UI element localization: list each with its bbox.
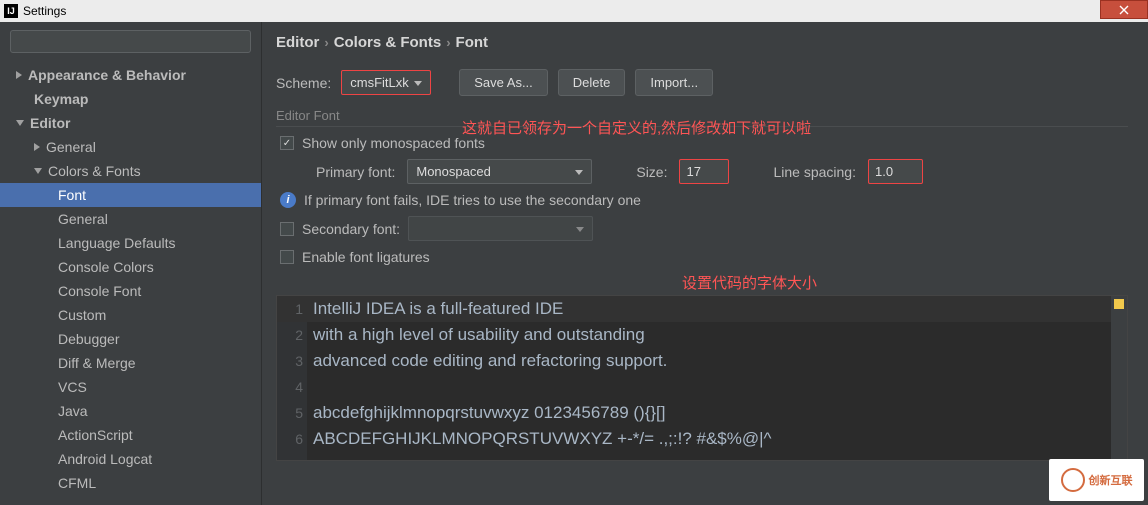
size-input[interactable] bbox=[679, 159, 729, 184]
search-input[interactable] bbox=[10, 30, 251, 53]
tree-item[interactable]: Console Font bbox=[0, 279, 261, 303]
scheme-row: Scheme: cmsFitLxk Save As... Delete Impo… bbox=[276, 69, 1128, 96]
primary-font-label: Primary font: bbox=[316, 164, 395, 180]
tree-item[interactable]: Java bbox=[0, 399, 261, 423]
close-icon bbox=[1119, 5, 1129, 15]
tree-keymap[interactable]: Keymap bbox=[0, 87, 261, 111]
tree-item[interactable]: Diff & Merge bbox=[0, 351, 261, 375]
titlebar: IJ Settings bbox=[0, 0, 1148, 22]
tree-item[interactable]: Console Colors bbox=[0, 255, 261, 279]
secondary-font-row: Secondary font: bbox=[276, 216, 1128, 241]
fallback-info-row: i If primary font fails, IDE tries to us… bbox=[276, 192, 1128, 208]
preview-line: 1IntelliJ IDEA is a full-featured IDE bbox=[277, 296, 1127, 322]
scheme-label: Scheme: bbox=[276, 75, 331, 91]
tree-item[interactable]: ActionScript bbox=[0, 423, 261, 447]
settings-tree: Appearance & Behavior Keymap Editor Gene… bbox=[0, 63, 261, 505]
warning-marker bbox=[1114, 299, 1124, 309]
tree-editor[interactable]: Editor bbox=[0, 111, 261, 135]
sidebar: Q Appearance & Behavior Keymap Editor Ge… bbox=[0, 22, 262, 505]
tree-item[interactable]: CFML bbox=[0, 471, 261, 495]
info-icon: i bbox=[280, 192, 296, 208]
chevron-right-icon bbox=[16, 71, 22, 79]
ligatures-row[interactable]: Enable font ligatures bbox=[276, 249, 1128, 265]
breadcrumb: Editor›Colors & Fonts›Font bbox=[276, 34, 1128, 51]
ligatures-checkbox[interactable] bbox=[280, 250, 294, 264]
scheme-select[interactable]: cmsFitLxk bbox=[341, 70, 431, 95]
preview-line: 6ABCDEFGHIJKLMNOPQRSTUVWXYZ +-*/= .,;:!?… bbox=[277, 426, 1127, 452]
caret-down-icon bbox=[414, 81, 422, 86]
preview-editor[interactable]: 1IntelliJ IDEA is a full-featured IDE 2w… bbox=[276, 295, 1128, 461]
tree-appearance[interactable]: Appearance & Behavior bbox=[0, 63, 261, 87]
chevron-down-icon bbox=[34, 168, 42, 174]
secondary-font-checkbox[interactable] bbox=[280, 222, 294, 236]
secondary-font-select[interactable] bbox=[408, 216, 593, 241]
window-title: Settings bbox=[23, 4, 66, 18]
save-as-button[interactable]: Save As... bbox=[459, 69, 548, 96]
primary-font-select[interactable]: Monospaced bbox=[407, 159, 592, 184]
chevron-down-icon bbox=[16, 120, 24, 126]
tree-general[interactable]: General bbox=[0, 135, 261, 159]
caret-down-icon bbox=[576, 227, 584, 232]
secondary-font-label: Secondary font: bbox=[302, 221, 400, 237]
close-button[interactable] bbox=[1100, 0, 1148, 19]
primary-font-row: Primary font: Monospaced Size: Line spac… bbox=[316, 159, 1128, 184]
tree-font[interactable]: Font bbox=[0, 183, 261, 207]
import-button[interactable]: Import... bbox=[635, 69, 713, 96]
line-spacing-input[interactable] bbox=[868, 159, 923, 184]
preview-line: 2with a high level of usability and outs… bbox=[277, 322, 1127, 348]
watermark-logo: 创新互联 bbox=[1049, 459, 1144, 501]
delete-button[interactable]: Delete bbox=[558, 69, 626, 96]
main: Q Appearance & Behavior Keymap Editor Ge… bbox=[0, 22, 1148, 505]
tree-item[interactable]: VCS bbox=[0, 375, 261, 399]
tree-item[interactable]: General bbox=[0, 207, 261, 231]
chevron-right-icon bbox=[34, 143, 40, 151]
tree-item[interactable]: Debugger bbox=[0, 327, 261, 351]
preview-line: 3advanced code editing and refactoring s… bbox=[277, 348, 1127, 374]
preview-line: 5abcdefghijklmnopqrstuvwxyz 0123456789 (… bbox=[277, 400, 1127, 426]
tree-colors-fonts[interactable]: Colors & Fonts bbox=[0, 159, 261, 183]
show-monospaced-checkbox[interactable] bbox=[280, 136, 294, 150]
tree-item[interactable]: Language Defaults bbox=[0, 231, 261, 255]
app-icon: IJ bbox=[4, 4, 18, 18]
caret-down-icon bbox=[575, 170, 583, 175]
tree-item[interactable]: Custom bbox=[0, 303, 261, 327]
line-spacing-label: Line spacing: bbox=[773, 164, 856, 180]
content-panel: Editor›Colors & Fonts›Font Scheme: cmsFi… bbox=[262, 22, 1148, 505]
annotation-text: 设置代码的字体大小 bbox=[682, 272, 817, 293]
preview-line: 4 bbox=[277, 374, 1127, 400]
size-label: Size: bbox=[636, 164, 667, 180]
annotation-text: 这就自已领存为一个自定义的,然后修改如下就可以啦 bbox=[462, 117, 811, 138]
scrollbar[interactable] bbox=[1111, 296, 1127, 460]
tree-item[interactable]: Android Logcat bbox=[0, 447, 261, 471]
